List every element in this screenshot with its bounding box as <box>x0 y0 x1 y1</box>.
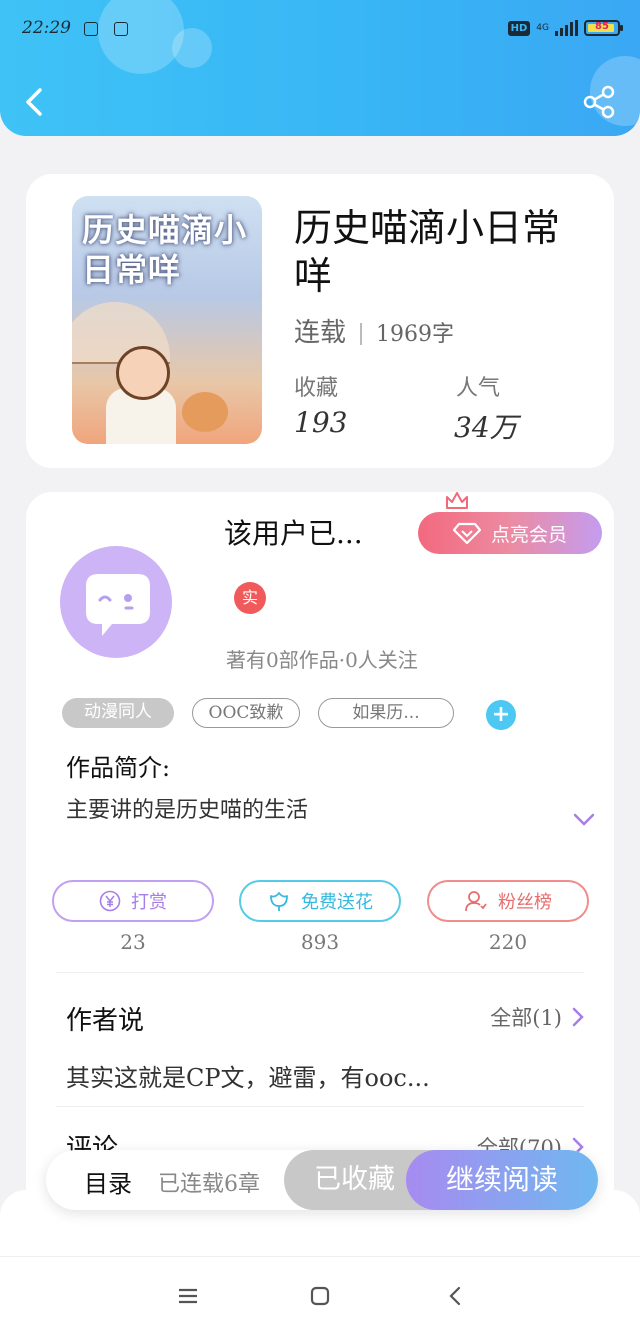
back-icon[interactable] <box>20 84 52 120</box>
fans-count: 220 <box>488 930 528 954</box>
add-tag-button[interactable]: + <box>486 700 516 730</box>
flower-label: 免费送花 <box>301 892 373 913</box>
author-name[interactable]: 该用户已... <box>224 512 363 552</box>
divider <box>56 1106 584 1107</box>
book-info-card: 历史喵滴小日常咩 历史喵滴小日常咩 连载 1969字 收藏 193 人气 34万 <box>26 174 614 468</box>
cover-cat <box>182 392 228 432</box>
favorites-value: 193 <box>294 406 348 439</box>
book-title: 历史喵滴小日常咩 <box>294 206 561 298</box>
cover-title: 历史喵滴小日常咩 <box>82 211 248 289</box>
chapter-count[interactable]: 已连载6章 <box>158 1166 260 1198</box>
verified-badge: 实 <box>234 582 266 614</box>
divider <box>56 972 584 973</box>
chevron-right-icon <box>572 1007 584 1027</box>
share-icon[interactable] <box>582 84 616 120</box>
toc-button[interactable]: 目录 <box>84 1164 132 1199</box>
status-time: 22:29 <box>22 18 71 38</box>
popularity-value: 34万 <box>454 411 518 444</box>
menu-icon[interactable] <box>176 1285 200 1307</box>
reading-action-bar: 目录 已连载6章 已收藏 继续阅读 <box>46 1150 598 1210</box>
flower-icon <box>270 892 288 911</box>
continue-reading-button[interactable]: 继续阅读 <box>406 1150 598 1210</box>
serial-status: 连载 <box>294 318 347 348</box>
status-bar: 22:29 HD 4G 85 <box>22 16 623 44</box>
yuan-icon <box>99 890 121 912</box>
fans-label: 粉丝榜 <box>498 892 552 913</box>
author-avatar[interactable] <box>60 546 172 658</box>
chevron-down-icon[interactable] <box>572 810 596 828</box>
favorites-label: 收藏 <box>294 376 339 401</box>
intro-label: 作品简介: <box>66 754 171 782</box>
cover-character <box>116 346 170 400</box>
flower-count: 893 <box>300 930 340 954</box>
book-cover[interactable]: 历史喵滴小日常咩 <box>72 196 262 444</box>
header: 22:29 HD 4G 85 <box>0 0 640 136</box>
home-icon[interactable] <box>308 1285 332 1307</box>
meta-separator <box>360 323 363 345</box>
tag-item[interactable]: 如果历... <box>318 698 454 728</box>
diamond-icon <box>452 522 481 544</box>
battery-icon: 85 <box>584 20 623 36</box>
fans-ranking-button[interactable]: 粉丝榜 <box>427 880 589 922</box>
chat-bubble-icon <box>86 574 150 636</box>
author-says-title: 作者说 <box>66 1006 145 1036</box>
vip-button[interactable]: 点亮会员 <box>418 512 602 554</box>
details-card: 该用户已... 点亮会员 实 著有0部作品·0人关注 动漫同人 OOC致歉 如果… <box>26 492 614 1252</box>
intro-text: 主要讲的是历史喵的生活 <box>66 798 309 823</box>
author-says-more[interactable]: 全部(1) <box>490 1002 584 1032</box>
crown-icon <box>446 492 468 509</box>
system-nav-bar <box>0 1256 640 1334</box>
tag-item[interactable]: OOC致歉 <box>192 698 300 728</box>
send-flower-button[interactable]: 免费送花 <box>239 880 401 922</box>
author-says-more-label: 全部(1) <box>490 1006 562 1030</box>
book-meta: 连载 1969字 <box>294 312 454 349</box>
tip-label: 打赏 <box>131 892 167 913</box>
network-type: 4G <box>536 23 549 33</box>
author-says-text[interactable]: 其实这就是CP文，避雷，有ooc... <box>66 1058 430 1093</box>
notification-icon <box>114 22 128 36</box>
fans-icon <box>465 891 487 912</box>
word-count: 1969字 <box>376 322 455 347</box>
tip-count: 23 <box>120 930 146 954</box>
signal-icon <box>555 20 578 36</box>
back-nav-icon[interactable] <box>444 1285 468 1307</box>
tag-item[interactable]: 动漫同人 <box>62 698 174 728</box>
author-follow-info: 著有0部作品·0人关注 <box>226 648 418 672</box>
battery-level: 85 <box>595 21 609 32</box>
vip-button-label: 点亮会员 <box>490 523 567 546</box>
popularity-label: 人气 <box>456 376 501 401</box>
tip-button[interactable]: 打赏 <box>52 880 214 922</box>
hd-badge: HD <box>507 20 531 36</box>
notification-icon <box>84 22 98 36</box>
